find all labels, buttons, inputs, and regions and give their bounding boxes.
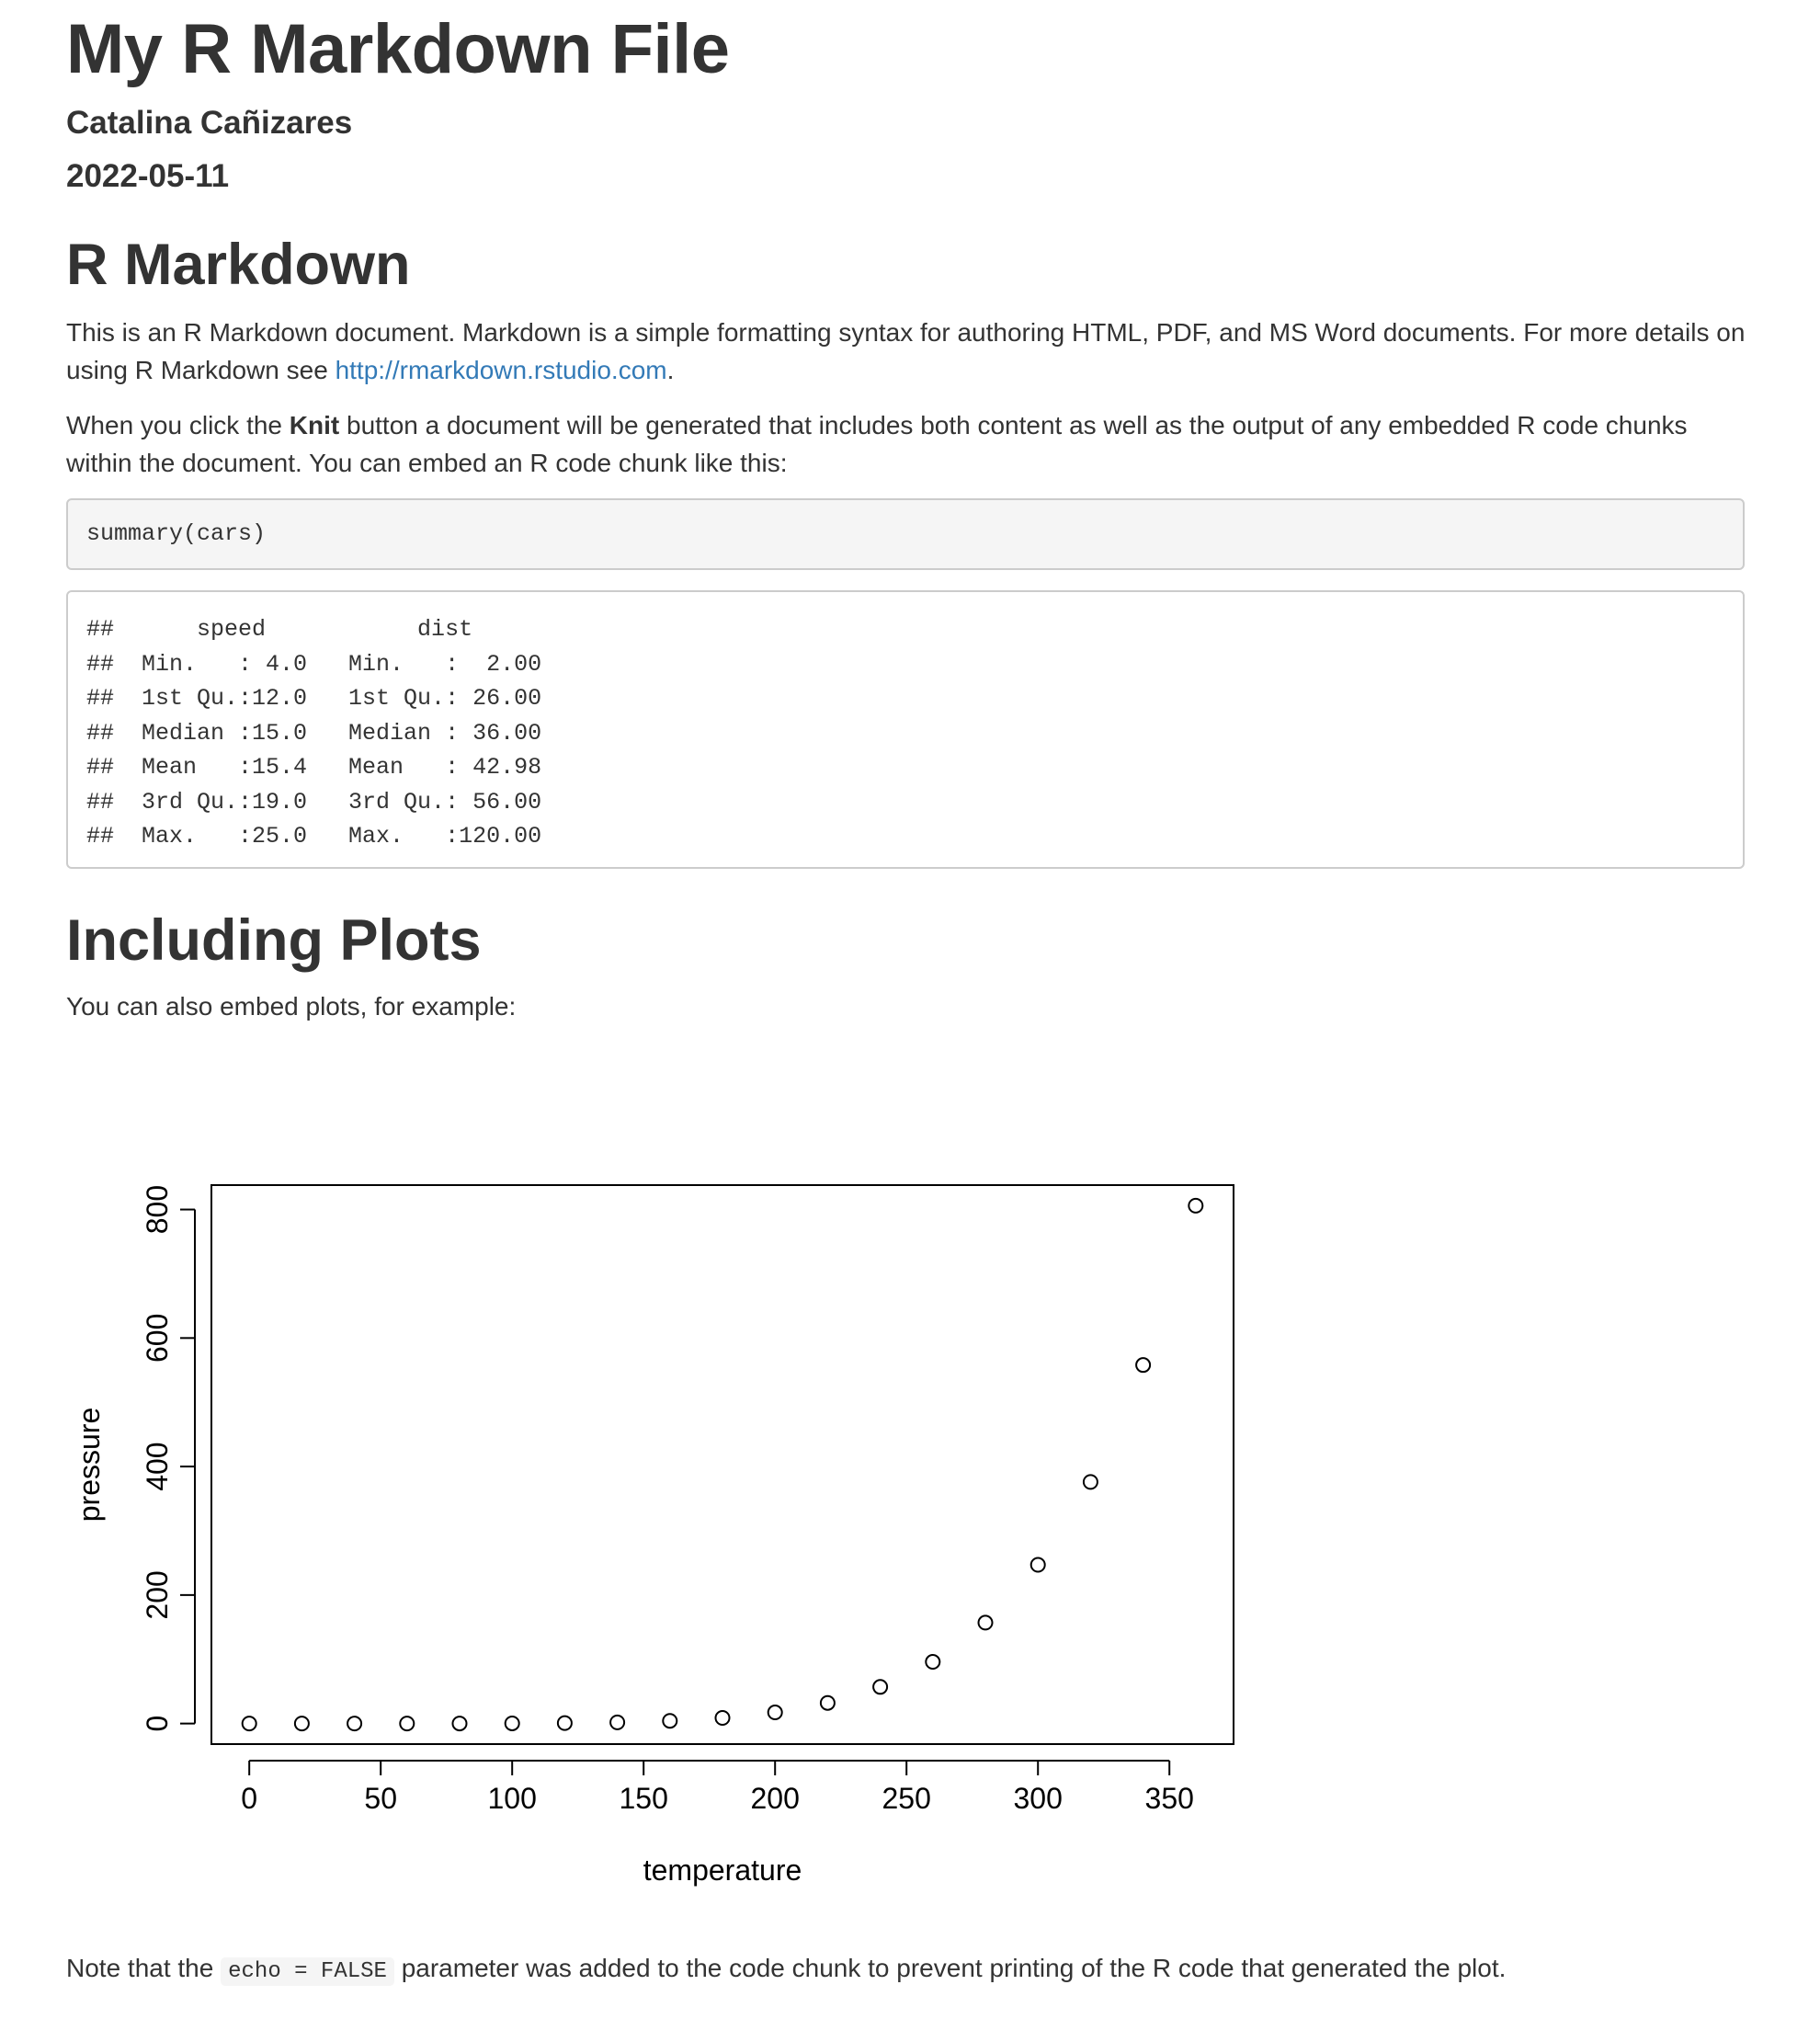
data-point bbox=[714, 1709, 731, 1726]
y-tick-label: 0 bbox=[141, 1716, 174, 1732]
data-point bbox=[609, 1714, 626, 1730]
data-point bbox=[556, 1715, 573, 1731]
x-tick-label: 350 bbox=[1145, 1782, 1194, 1815]
x-tick-label: 300 bbox=[1014, 1782, 1063, 1815]
y-tick-label: 600 bbox=[141, 1314, 174, 1363]
data-point bbox=[241, 1716, 257, 1732]
y-tick-label: 200 bbox=[141, 1570, 174, 1619]
pressure-scatter-plot: 0 50 100 150 200 250 300 350 0 200 400 600 800 temper… bbox=[73, 1184, 1234, 1887]
data-point bbox=[504, 1715, 520, 1731]
data-point bbox=[1135, 1357, 1152, 1374]
data-point bbox=[925, 1654, 941, 1671]
data-point bbox=[1188, 1197, 1204, 1214]
x-tick-label: 100 bbox=[487, 1782, 536, 1815]
y-tick-label: 400 bbox=[141, 1442, 174, 1490]
data-point bbox=[1082, 1474, 1098, 1490]
data-point bbox=[819, 1694, 836, 1711]
y-axis-label: pressure bbox=[73, 1408, 106, 1523]
x-tick-label: 50 bbox=[364, 1782, 397, 1815]
data-point bbox=[293, 1716, 310, 1732]
data-point bbox=[1029, 1557, 1046, 1573]
data-point bbox=[451, 1716, 468, 1732]
x-tick-label: 150 bbox=[620, 1782, 668, 1815]
data-point bbox=[767, 1705, 783, 1721]
x-tick-label: 0 bbox=[241, 1782, 257, 1815]
x-tick-label: 200 bbox=[751, 1782, 800, 1815]
data-point bbox=[977, 1614, 994, 1631]
data-point bbox=[872, 1679, 889, 1695]
plot-frame bbox=[210, 1184, 1234, 1745]
x-axis-label: temperature bbox=[643, 1854, 802, 1887]
data-point bbox=[662, 1713, 678, 1729]
x-tick-label: 250 bbox=[882, 1782, 931, 1815]
y-tick-label: 800 bbox=[141, 1185, 174, 1234]
data-point bbox=[399, 1716, 415, 1732]
data-point bbox=[347, 1716, 363, 1732]
